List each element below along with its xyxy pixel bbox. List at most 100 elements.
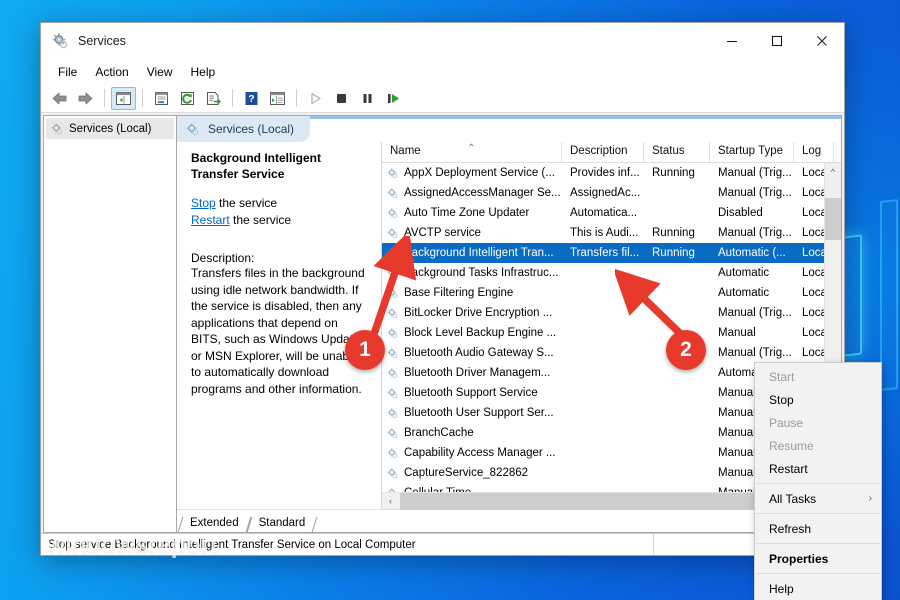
cell-startup: Manual (Trig... [710,167,794,179]
cell-name: Background Tasks Infrastruc... [382,267,562,280]
cell-name: Auto Time Zone Updater [382,207,562,220]
context-menu-item-label: Start [769,370,794,384]
status-bar: Stop service Background Intelligent Tran… [41,533,844,555]
results-columns: Background Intelligent Transfer Service … [177,142,841,509]
cell-name-label: Auto Time Zone Updater [404,207,529,219]
cell-startup: Automatic (... [710,247,794,259]
tab-extended[interactable]: Extended [180,515,249,532]
context-menu-item-label: Properties [769,552,828,566]
column-header-description[interactable]: Description [562,142,644,162]
maximize-button[interactable] [754,23,799,59]
cell-name: BranchCache [382,427,562,440]
forward-icon[interactable] [73,87,98,110]
back-icon[interactable] [47,87,72,110]
column-header-status[interactable]: Status [644,142,710,162]
properties-icon[interactable] [149,87,174,110]
cell-startup: Manual (Trig... [710,187,794,199]
column-header-startup-type[interactable]: Startup Type [710,142,794,162]
services-gear-icon [50,122,64,136]
cell-name: Cellular Time [382,487,562,493]
cell-name-label: Cellular Time [404,487,471,492]
context-menu-item-help[interactable]: Help [755,577,881,600]
context-menu-separator [756,573,880,574]
vertical-scroll-thumb[interactable] [825,198,842,240]
table-row[interactable]: BitLocker Drive Encryption ...Manual (Tr… [382,303,824,323]
table-row[interactable]: Background Intelligent Tran...Transfers … [382,243,824,263]
table-row[interactable]: Background Tasks Infrastruc...AutomaticL… [382,263,824,283]
context-menu-item-label: Help [769,582,794,596]
context-menu-item-label: Stop [769,393,794,407]
column-header-label: Log [802,145,821,157]
toolbar: ? [41,84,844,113]
context-menu-item-properties[interactable]: Properties [755,547,881,570]
table-row[interactable]: Bluetooth Audio Gateway S...Manual (Trig… [382,343,824,363]
scroll-up-icon[interactable]: ^ [825,163,842,180]
context-menu-item-label: Restart [769,462,808,476]
table-row[interactable]: AssignedAccessManager Se...AssignedAc...… [382,183,824,203]
window-body: Services (Local) Services (Local) [41,113,844,533]
stop-service-link[interactable]: Stop [191,196,216,210]
service-gear-icon [386,367,399,380]
table-row[interactable]: Block Level Backup Engine ...ManualLoca [382,323,824,343]
show-action-pane-icon[interactable] [265,87,290,110]
cell-description: Automatica... [562,207,644,219]
table-row[interactable]: Base Filtering EngineAutomaticLoca [382,283,824,303]
table-row[interactable]: Auto Time Zone UpdaterAutomatica...Disab… [382,203,824,223]
horizontal-scroll-thumb[interactable] [400,493,808,510]
menu-help[interactable]: Help [182,62,225,82]
menu-view[interactable]: View [138,62,182,82]
cell-name-label: Block Level Backup Engine ... [404,327,556,339]
tab-standard[interactable]: Standard [249,515,316,532]
table-row[interactable]: AVCTP serviceThis is Audi...RunningManua… [382,223,824,243]
context-menu-separator [756,543,880,544]
results-pane-title: Services (Local) [208,122,294,136]
toolbar-separator-3 [232,89,233,107]
cell-name: AppX Deployment Service (... [382,167,562,180]
description-text: Transfers files in the background using … [191,265,371,397]
service-gear-icon [386,347,399,360]
stop-service-icon[interactable] [329,87,354,110]
cell-startup: Automatic [710,267,794,279]
window-controls [709,23,844,59]
cell-startup: Manual (Trig... [710,227,794,239]
scroll-left-icon[interactable]: ‹ [382,493,399,510]
show-hide-console-tree-icon[interactable] [111,87,136,110]
close-button[interactable] [799,23,844,59]
cell-description: This is Audi... [562,227,644,239]
annotation-badge-1: 1 [345,330,385,370]
cell-name: Bluetooth Driver Managem... [382,367,562,380]
sort-ascending-icon: ⌃ [467,143,475,154]
pause-service-icon[interactable] [355,87,380,110]
export-list-icon[interactable] [201,87,226,110]
toolbar-separator-1 [104,89,105,107]
context-menu-item-label: Resume [769,439,814,453]
context-menu-item-all-tasks[interactable]: All Tasks› [755,487,881,510]
tree-node-services-local[interactable]: Services (Local) [46,118,174,139]
cell-status: Running [644,227,710,239]
column-header-log[interactable]: Log [794,142,834,162]
selected-service-title: Background Intelligent Transfer Service [191,150,371,182]
context-menu-item-resume: Resume [755,434,881,457]
menu-action[interactable]: Action [86,62,137,82]
table-row[interactable]: AppX Deployment Service (...Provides inf… [382,163,824,183]
service-gear-icon [386,187,399,200]
minimize-button[interactable] [709,23,754,59]
cell-name-label: Background Intelligent Tran... [404,247,554,259]
service-gear-icon [386,447,399,460]
restart-service-link[interactable]: Restart [191,213,230,227]
cell-name: Capability Access Manager ... [382,447,562,460]
help-icon[interactable]: ? [239,87,264,110]
start-service-icon[interactable] [303,87,328,110]
cell-name: Base Filtering Engine [382,287,562,300]
refresh-icon[interactable] [175,87,200,110]
column-header-name[interactable]: Name⌃ [382,142,562,162]
context-menu-item-restart[interactable]: Restart [755,457,881,480]
context-menu-item-stop[interactable]: Stop [755,388,881,411]
menu-file[interactable]: File [49,62,86,82]
cell-name-label: Bluetooth Audio Gateway S... [404,347,554,359]
column-header-label: Description [570,145,628,157]
context-menu-item-refresh[interactable]: Refresh [755,517,881,540]
service-gear-icon [386,467,399,480]
cell-name: BitLocker Drive Encryption ... [382,307,562,320]
restart-service-icon[interactable] [381,87,406,110]
